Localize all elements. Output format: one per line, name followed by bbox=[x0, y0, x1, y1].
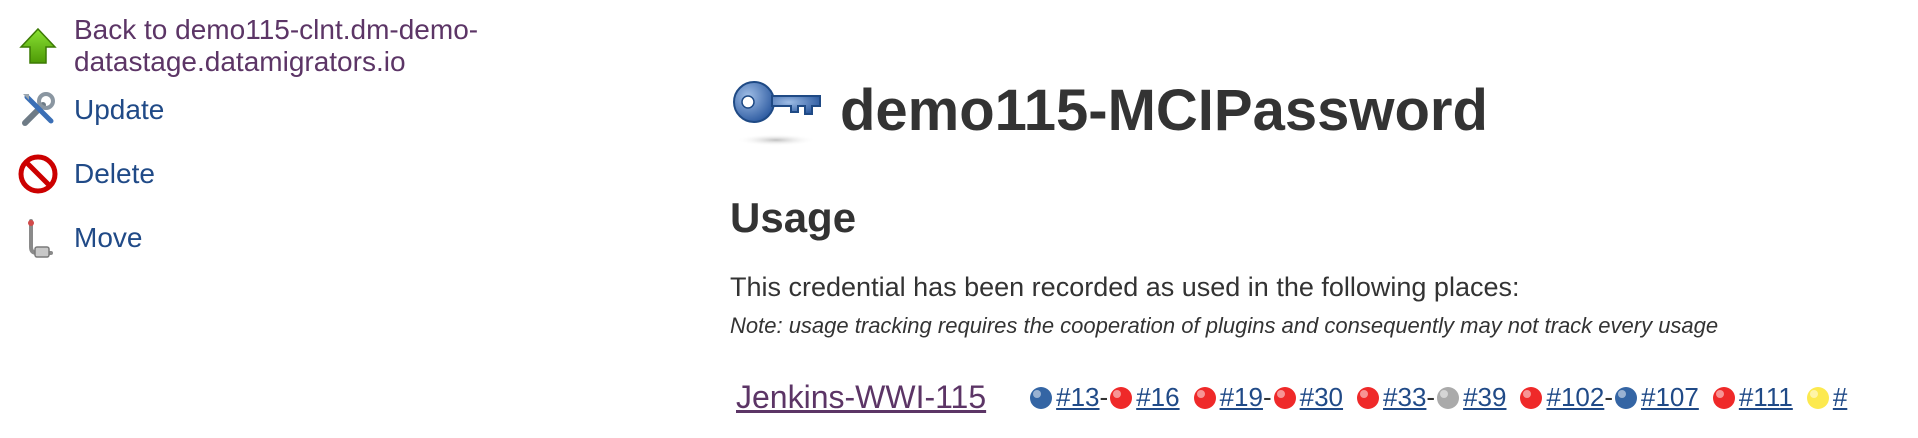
status-ball-red-icon bbox=[1357, 386, 1380, 409]
build-link[interactable]: #30 bbox=[1300, 382, 1343, 413]
build-range: #102 - #107 bbox=[1518, 382, 1699, 413]
key-icon bbox=[730, 62, 826, 158]
usage-note: Note: usage tracking requires the cooper… bbox=[730, 313, 1719, 338]
build-link[interactable]: #111 bbox=[1739, 382, 1793, 413]
range-separator: - bbox=[1099, 382, 1109, 412]
build-ranges: #13 - #16 #19 - #30 #33 - #39 #102 - #10… bbox=[1028, 382, 1847, 413]
build-link[interactable]: #102 bbox=[1546, 382, 1604, 413]
status-ball-red-icon bbox=[1520, 386, 1543, 409]
build-range: #33 - #39 bbox=[1355, 382, 1506, 413]
job-link[interactable]: Jenkins-WWI-115 bbox=[736, 379, 986, 416]
move-icon bbox=[14, 214, 62, 262]
status-ball-red-icon bbox=[1193, 386, 1216, 409]
status-ball-red-icon bbox=[1110, 386, 1133, 409]
build-link[interactable]: #107 bbox=[1641, 382, 1699, 413]
build-link[interactable]: #13 bbox=[1056, 382, 1099, 413]
range-separator: - bbox=[1426, 382, 1436, 412]
build-single: #111 bbox=[1711, 382, 1793, 413]
title-row: demo115-MCIPassword bbox=[730, 60, 1910, 160]
delete-link[interactable]: Delete bbox=[14, 142, 714, 206]
build-link[interactable]: # bbox=[1833, 382, 1847, 413]
wrench-screwdriver-icon bbox=[14, 86, 62, 134]
page-title: demo115-MCIPassword bbox=[840, 77, 1488, 143]
back-link[interactable]: Back to demo115-clnt.dm-demo-datastage.d… bbox=[14, 14, 714, 78]
usage-row: Jenkins-WWI-115 #13 - #16 #19 - #30 #33 bbox=[730, 379, 1910, 416]
range-separator: - bbox=[1604, 382, 1613, 412]
build-link[interactable]: #33 bbox=[1383, 382, 1426, 413]
update-link-label: Update bbox=[74, 94, 165, 125]
status-ball-blue-icon bbox=[1030, 386, 1053, 409]
up-arrow-icon bbox=[14, 22, 62, 70]
delete-link-label: Delete bbox=[74, 158, 155, 189]
status-ball-red-icon bbox=[1273, 386, 1296, 409]
sidebar: Back to demo115-clnt.dm-demo-datastage.d… bbox=[14, 14, 714, 270]
build-single: # bbox=[1805, 382, 1847, 413]
status-ball-grey-icon bbox=[1437, 386, 1460, 409]
move-link[interactable]: Move bbox=[14, 206, 714, 270]
update-link[interactable]: Update bbox=[14, 78, 714, 142]
move-link-label: Move bbox=[74, 222, 143, 253]
usage-description: This credential has been recorded as use… bbox=[730, 272, 1520, 302]
status-ball-red-icon bbox=[1712, 386, 1735, 409]
status-ball-yellow-icon bbox=[1806, 386, 1829, 409]
main-panel: demo115-MCIPassword Usage This credentia… bbox=[730, 60, 1910, 416]
usage-heading: Usage bbox=[730, 194, 857, 241]
build-link[interactable]: #19 bbox=[1220, 382, 1263, 413]
range-separator: - bbox=[1262, 382, 1272, 412]
back-link-label: Back to demo115-clnt.dm-demo-datastage.d… bbox=[74, 14, 479, 77]
build-link[interactable]: #16 bbox=[1136, 382, 1179, 413]
build-range: #19 - #30 bbox=[1192, 382, 1343, 413]
status-ball-blue-icon bbox=[1615, 386, 1637, 409]
build-link[interactable]: #39 bbox=[1463, 382, 1506, 413]
no-entry-icon bbox=[14, 150, 62, 198]
build-range: #13 - #16 bbox=[1028, 382, 1180, 413]
